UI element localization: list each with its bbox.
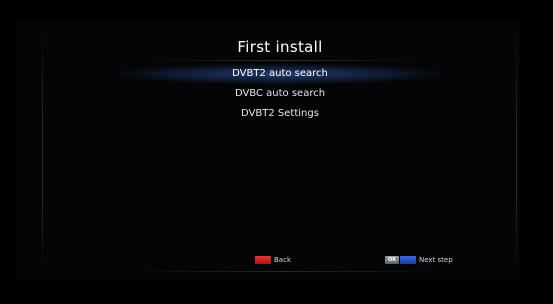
panel-left-edge xyxy=(42,24,43,274)
tv-screen: First install DVBT2 auto search DVBC aut… xyxy=(0,0,553,304)
page-title: First install xyxy=(237,38,323,56)
menu-item-label: DVBT2 auto search xyxy=(232,68,328,79)
red-key-icon xyxy=(255,256,271,264)
ok-key-icon: OK xyxy=(385,256,399,264)
back-hint[interactable]: Back xyxy=(255,254,291,266)
menu-item-label: DVBC auto search xyxy=(234,88,326,99)
back-label: Back xyxy=(274,256,291,264)
title-divider xyxy=(140,60,430,61)
install-menu: DVBT2 auto search DVBC auto search DVBT2… xyxy=(120,64,440,124)
next-step-hint[interactable]: OK Next step xyxy=(385,254,453,266)
panel-right-edge xyxy=(516,24,517,274)
header: First install xyxy=(120,33,440,61)
footer-divider xyxy=(120,271,450,272)
next-step-label: Next step xyxy=(419,256,453,264)
menu-item-dvbt2-auto-search[interactable]: DVBT2 auto search xyxy=(120,64,440,84)
blue-key-icon xyxy=(400,256,416,264)
menu-item-label: DVBT2 Settings xyxy=(241,108,319,119)
menu-item-dvbt2-settings[interactable]: DVBT2 Settings xyxy=(120,104,440,124)
menu-item-dvbc-auto-search[interactable]: DVBC auto search xyxy=(120,84,440,104)
